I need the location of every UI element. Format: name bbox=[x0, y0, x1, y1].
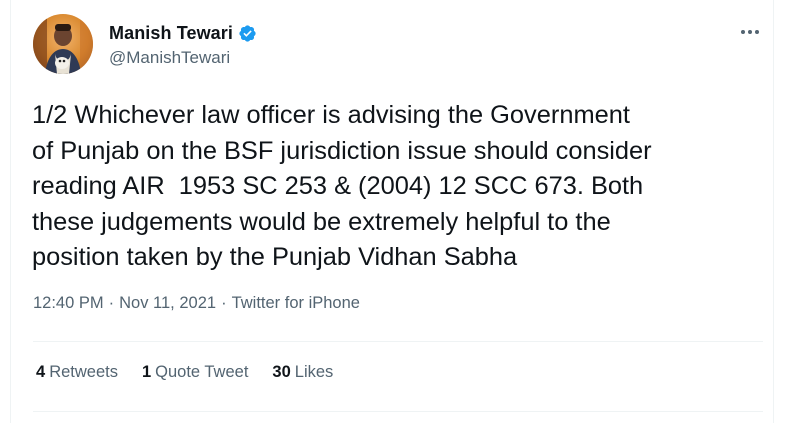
quote-tweets-label: Quote Tweet bbox=[155, 363, 249, 381]
divider bbox=[33, 411, 763, 412]
likes-label: Likes bbox=[294, 363, 334, 381]
avatar-image bbox=[33, 14, 93, 74]
divider bbox=[33, 341, 763, 342]
more-options-icon[interactable] bbox=[737, 22, 763, 42]
tweet-text: 1/2 Whichever law officer is advising th… bbox=[32, 101, 652, 271]
tweet-meta: 12:40 PM · Nov 11, 2021 · Twitter for iP… bbox=[33, 294, 360, 313]
user-handle[interactable]: @ManishTewari bbox=[109, 48, 257, 68]
tweet-date[interactable]: Nov 11, 2021 bbox=[119, 294, 216, 313]
retweets-stat[interactable]: 4 Retweets bbox=[36, 363, 118, 382]
likes-stat[interactable]: 30 Likes bbox=[272, 363, 333, 382]
retweets-label: Retweets bbox=[49, 363, 118, 381]
user-info: Manish Tewari @ManishTewari bbox=[109, 20, 257, 68]
quote-tweets-count: 1 bbox=[141, 363, 152, 381]
likes-count: 30 bbox=[272, 363, 291, 381]
verified-badge-icon bbox=[238, 24, 257, 43]
tweet-header: Manish Tewari @ManishTewari bbox=[33, 14, 763, 78]
tweet-stats: 4 Retweets 1 Quote Tweet 30 Likes bbox=[36, 363, 357, 382]
retweets-count: 4 bbox=[36, 363, 46, 381]
tweet-time[interactable]: 12:40 PM bbox=[33, 294, 104, 313]
tweet-card: Manish Tewari @ManishTewari 1/2 Whicheve… bbox=[10, 0, 774, 423]
tweet-source[interactable]: Twitter for iPhone bbox=[232, 294, 360, 313]
avatar[interactable] bbox=[33, 14, 93, 74]
display-name: Manish Tewari bbox=[109, 22, 233, 43]
meta-separator: · bbox=[221, 294, 227, 312]
meta-separator: · bbox=[108, 294, 115, 312]
display-name-row[interactable]: Manish Tewari bbox=[109, 20, 257, 46]
quote-tweets-stat[interactable]: 1 Quote Tweet bbox=[142, 363, 248, 382]
